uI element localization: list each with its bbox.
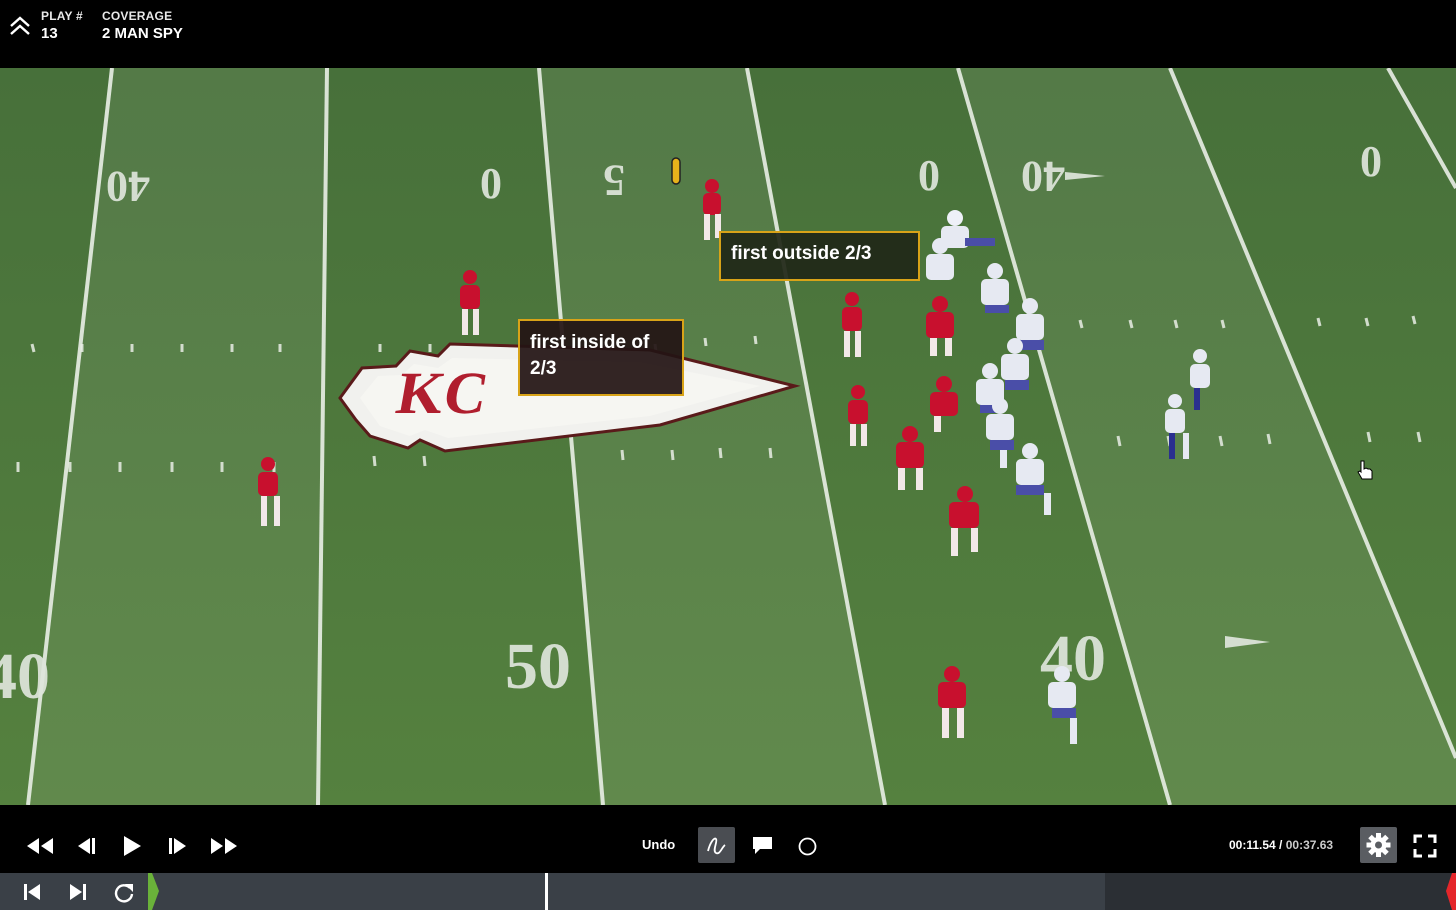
timeline-bar[interactable] <box>0 873 1456 910</box>
clip-end-marker[interactable] <box>1446 873 1456 910</box>
coverage-value: 2 MAN SPY <box>102 25 183 42</box>
football-field: KC 40 0 5 0 40 0 40 50 40 <box>0 68 1456 805</box>
fast-forward-icon[interactable] <box>209 836 239 856</box>
circle-tool-icon[interactable] <box>797 836 818 857</box>
settings-button[interactable] <box>1360 827 1397 863</box>
field-number-far-edge: 0 <box>1360 137 1382 186</box>
gear-icon <box>1366 833 1391 857</box>
field-number-far-50: 0 <box>480 159 502 208</box>
timeline-played-region <box>0 873 1105 910</box>
field-number-far-right-0: 0 <box>918 151 940 200</box>
field-number-far-50-b: 5 <box>603 156 625 205</box>
play-icon[interactable] <box>122 835 142 857</box>
coverage-block: COVERAGE 2 MAN SPY <box>102 9 183 42</box>
field-number-far-right: 40 <box>1021 152 1065 201</box>
drawn-marker[interactable] <box>671 157 681 185</box>
step-forward-icon[interactable] <box>168 836 190 856</box>
annotation-first-inside[interactable]: first inside of 2/3 <box>518 319 684 396</box>
time-display: 00:11.54 / 00:37.63 <box>1229 838 1333 852</box>
timeline-remaining-region <box>1105 873 1456 910</box>
fullscreen-icon[interactable] <box>1413 834 1437 858</box>
play-info-header: PLAY # 13 COVERAGE 2 MAN SPY <box>0 0 1456 68</box>
skip-to-start-icon[interactable] <box>22 882 42 902</box>
current-time: 00:11.54 <box>1229 838 1276 852</box>
clip-start-marker[interactable] <box>148 873 160 910</box>
step-back-icon[interactable] <box>74 836 96 856</box>
play-number-label: PLAY # <box>41 9 83 23</box>
play-number-value: 13 <box>41 25 58 42</box>
time-separator: / <box>1275 838 1286 852</box>
playback-controls: Undo 00:11.54 / 00:37.63 <box>0 805 1456 873</box>
undo-button[interactable]: Undo <box>642 837 675 852</box>
comment-icon[interactable] <box>752 836 773 856</box>
skip-to-end-icon[interactable] <box>68 882 88 902</box>
play-number-block: PLAY # 13 <box>41 9 83 42</box>
rewind-icon[interactable] <box>25 836 55 856</box>
freehand-draw-icon <box>707 837 726 855</box>
coverage-label: COVERAGE <box>102 9 173 23</box>
video-frame[interactable]: KC 40 0 5 0 40 0 40 50 40 first outside … <box>0 68 1456 805</box>
field-number-near-50: 50 <box>505 630 571 703</box>
replay-icon[interactable] <box>113 881 135 903</box>
svg-text:KC: KC <box>392 360 494 426</box>
timeline-playhead[interactable] <box>545 873 548 910</box>
annotation-first-outside[interactable]: first outside 2/3 <box>719 231 920 281</box>
field-number-near-left: 40 <box>0 640 50 713</box>
total-time: 00:37.63 <box>1285 838 1334 852</box>
field-number-far-left: 40 <box>106 162 150 211</box>
chevron-double-up-icon[interactable] <box>8 14 32 38</box>
freehand-draw-button[interactable] <box>698 827 735 863</box>
